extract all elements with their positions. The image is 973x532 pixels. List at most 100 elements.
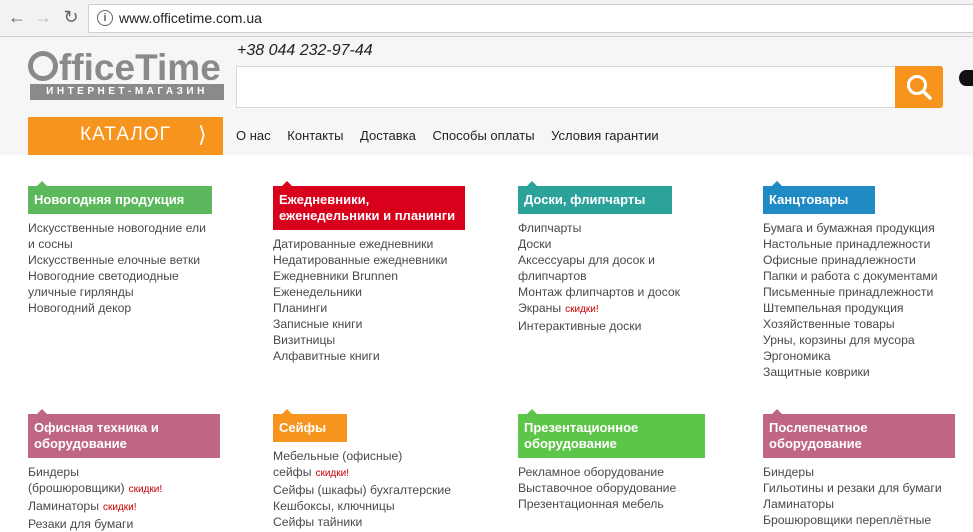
category-link-text[interactable]: Защитные коврики [763, 365, 870, 379]
category-title[interactable]: Послепечатное оборудование [763, 409, 955, 458]
category-link-text[interactable]: Мебельные (офисные) [273, 449, 402, 463]
category-link[interactable]: Ламинаторы [763, 496, 955, 512]
category-link[interactable]: Флипчарты [518, 220, 680, 236]
forward-arrow-icon[interactable]: → [32, 6, 54, 28]
category-title[interactable]: Доски, флипчарты [518, 181, 672, 214]
category-link-text[interactable]: Офисные принадлежности [763, 253, 916, 267]
category-link-text[interactable]: Алфавитные книги [273, 349, 380, 363]
category-link-text[interactable]: Визитницы [273, 333, 335, 347]
category-title[interactable]: Презентационное оборудование [518, 409, 705, 458]
menu-item-payment[interactable]: Способы оплаты [433, 128, 535, 143]
category-link-text[interactable]: Планинги [273, 301, 327, 315]
category-link[interactable]: сейфы скидки! [273, 464, 451, 482]
category-link-text[interactable]: Сейфы (шкафы) бухгалтерские [273, 483, 451, 497]
category-link[interactable]: Алфавитные книги [273, 348, 465, 364]
category-link-text[interactable]: Брошюровщики переплётные [763, 513, 931, 527]
category-link[interactable]: Аксессуары для досок и [518, 252, 680, 268]
category-link[interactable]: и сосны [28, 236, 212, 252]
category-link-text[interactable]: Кешбоксы, ключницы [273, 499, 395, 513]
category-link[interactable]: Еженедельники [273, 284, 465, 300]
category-link-text[interactable]: Еженедельники [273, 285, 362, 299]
category-link[interactable]: Папки и работа с документами [763, 268, 938, 284]
search-input[interactable] [236, 66, 896, 108]
category-link-text[interactable]: Бумага и бумажная продукция [763, 221, 935, 235]
search-button[interactable] [895, 66, 943, 108]
category-link-text[interactable]: Новогодние светодиодные [28, 269, 179, 283]
category-link-text[interactable]: Эргономика [763, 349, 831, 363]
category-link[interactable]: Офисные принадлежности [763, 252, 938, 268]
category-link[interactable]: Выставочное оборудование [518, 480, 705, 496]
category-title[interactable]: Ежедневники, еженедельники и планинги [273, 181, 465, 230]
category-link-text[interactable]: Сейфы тайники [273, 515, 362, 529]
category-link[interactable]: Недатированные ежедневники [273, 252, 465, 268]
category-link[interactable]: Настольные принадлежности [763, 236, 938, 252]
category-link[interactable]: Датированные ежедневники [273, 236, 465, 252]
category-link[interactable]: Сейфы (шкафы) бухгалтерские [273, 482, 451, 498]
category-link[interactable]: Биндеры [28, 464, 220, 480]
category-link[interactable]: (брошюровщики) скидки! [28, 480, 220, 498]
reload-icon[interactable]: ↻ [60, 6, 82, 28]
category-link[interactable]: Визитницы [273, 332, 465, 348]
category-link-text[interactable]: Флипчарты [518, 221, 581, 235]
category-link[interactable]: Новогодние светодиодные [28, 268, 212, 284]
menu-item-warranty[interactable]: Условия гарантии [551, 128, 658, 143]
category-link-text[interactable]: Урны, корзины для мусора [763, 333, 915, 347]
menu-item-delivery[interactable]: Доставка [360, 128, 416, 143]
category-link[interactable]: Экраны скидки! [518, 300, 680, 318]
category-link[interactable]: Хозяйственные товары [763, 316, 938, 332]
category-link[interactable]: Презентационная мебель [518, 496, 705, 512]
category-link-text[interactable]: Гильотины и резаки для бумаги [763, 481, 942, 495]
phone-number[interactable]: +38 044 232-97-44 [237, 42, 373, 60]
category-link[interactable]: Кешбоксы, ключницы [273, 498, 451, 514]
category-title[interactable]: Офисная техника и оборудование [28, 409, 220, 458]
category-link-text[interactable]: Хозяйственные товары [763, 317, 895, 331]
category-link[interactable]: Планинги [273, 300, 465, 316]
category-link[interactable]: уличные гирлянды [28, 284, 212, 300]
menu-item-contacts[interactable]: Контакты [287, 128, 343, 143]
category-link[interactable]: Монтаж флипчартов и досок [518, 284, 680, 300]
category-link[interactable]: Брошюровщики переплётные [763, 512, 955, 528]
category-link-text[interactable]: Аксессуары для досок и [518, 253, 655, 267]
menu-item-about[interactable]: О нас [236, 128, 271, 143]
site-logo[interactable]: fficeTime ИНТЕРНЕТ-МАГАЗИН [28, 47, 224, 102]
category-link-text[interactable]: Монтаж флипчартов и досок [518, 285, 680, 299]
category-title[interactable]: Канцтовары [763, 181, 875, 214]
category-link-text[interactable]: Резаки для бумаги [28, 517, 133, 531]
category-link-text[interactable]: (брошюровщики) [28, 481, 125, 495]
category-link[interactable]: флипчартов [518, 268, 680, 284]
category-link[interactable]: Письменные принадлежности [763, 284, 938, 300]
catalog-button[interactable]: КАТАЛОГ ⟩ [28, 117, 223, 155]
category-link[interactable]: Искусственные елочные ветки [28, 252, 212, 268]
category-link-text[interactable]: Доски [518, 237, 551, 251]
category-link[interactable]: Доски [518, 236, 680, 252]
category-link-text[interactable]: Недатированные ежедневники [273, 253, 447, 267]
address-bar[interactable]: i www.officetime.com.ua [88, 4, 973, 33]
category-link-text[interactable]: Выставочное оборудование [518, 481, 676, 495]
category-link-text[interactable]: Искусственные новогодние ели [28, 221, 206, 235]
category-link[interactable]: Гильотины и резаки для бумаги [763, 480, 955, 496]
category-link-text[interactable]: Штемпельная продукция [763, 301, 904, 315]
category-link-text[interactable]: Датированные ежедневники [273, 237, 433, 251]
category-link-text[interactable]: Интерактивные доски [518, 319, 641, 333]
category-link-text[interactable]: флипчартов [518, 269, 587, 283]
category-link[interactable]: Эргономика [763, 348, 938, 364]
category-link[interactable]: Резаки для бумаги [28, 516, 220, 532]
category-link-text[interactable]: Ежедневники Brunnen [273, 269, 398, 283]
category-link-text[interactable]: Ламинаторы [28, 499, 99, 513]
category-title[interactable]: Новогодняя продукция [28, 181, 212, 214]
info-icon[interactable]: i [97, 10, 113, 26]
category-link[interactable]: Защитные коврики [763, 364, 938, 380]
category-link-text[interactable]: и сосны [28, 237, 73, 251]
category-link-text[interactable]: Биндеры [763, 465, 814, 479]
category-link-text[interactable]: Экраны [518, 301, 561, 315]
category-link-text[interactable]: Ламинаторы [763, 497, 834, 511]
category-title[interactable]: Сейфы [273, 409, 347, 442]
category-link-text[interactable]: Настольные принадлежности [763, 237, 930, 251]
category-link-text[interactable]: Искусственные елочные ветки [28, 253, 200, 267]
category-link-text[interactable]: Презентационная мебель [518, 497, 664, 511]
category-link[interactable]: Новогодний декор [28, 300, 212, 316]
category-link[interactable]: Бумага и бумажная продукция [763, 220, 938, 236]
category-link[interactable]: Ламинаторы скидки! [28, 498, 220, 516]
category-link-text[interactable]: Папки и работа с документами [763, 269, 938, 283]
category-link[interactable]: Мебельные (офисные) [273, 448, 451, 464]
